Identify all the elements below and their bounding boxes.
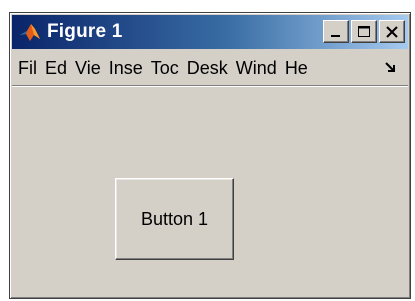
- title-bar[interactable]: Figure 1: [12, 15, 408, 49]
- window-title: Figure 1: [47, 21, 123, 42]
- close-icon: [386, 25, 398, 38]
- chevron-overflow-icon[interactable]: [382, 59, 400, 77]
- menu-file[interactable]: Fil: [18, 58, 37, 79]
- matlab-logo-icon[interactable]: [17, 19, 43, 45]
- menu-insert[interactable]: Inse: [109, 58, 143, 79]
- figure-window: Figure 1 Fil Ed Vie Inse Toc Desk Wind H…: [9, 12, 411, 299]
- maximize-icon: [358, 25, 370, 37]
- window-controls: [323, 20, 405, 43]
- maximize-button[interactable]: [351, 20, 377, 43]
- figure-canvas: Button 1: [12, 88, 408, 296]
- menu-edit[interactable]: Ed: [45, 58, 67, 79]
- close-button[interactable]: [379, 20, 405, 43]
- minimize-button[interactable]: [323, 20, 349, 43]
- menu-bar: Fil Ed Vie Inse Toc Desk Wind He: [12, 51, 408, 86]
- menu-window[interactable]: Wind: [236, 58, 277, 79]
- menu-view[interactable]: Vie: [75, 58, 101, 79]
- menu-desktop[interactable]: Desk: [187, 58, 228, 79]
- button-1[interactable]: Button 1: [115, 178, 234, 260]
- menu-tools[interactable]: Toc: [151, 58, 179, 79]
- menu-help[interactable]: He: [285, 58, 308, 79]
- minimize-icon: [331, 34, 340, 37]
